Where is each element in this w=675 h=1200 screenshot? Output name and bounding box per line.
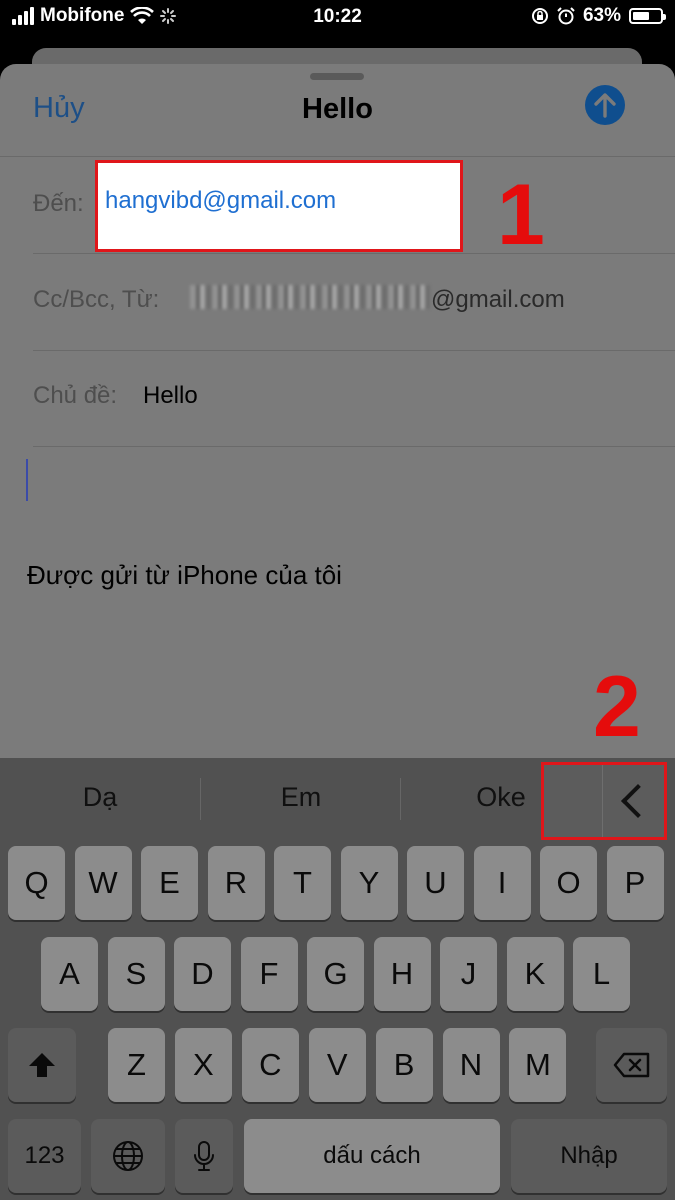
to-recipient[interactable]: hangvibd@gmail.com <box>105 187 336 215</box>
to-field[interactable]: hangvibd@gmail.com <box>95 160 463 252</box>
sheet-grabber[interactable] <box>310 73 364 80</box>
globe-icon <box>113 1141 143 1171</box>
status-bar: Mobifone 10:22 63% <box>0 0 675 34</box>
suggestion-1[interactable]: Dạ <box>0 782 200 813</box>
delete-key[interactable] <box>596 1028 667 1102</box>
rotation-lock-icon <box>531 8 548 24</box>
key-w[interactable]: W <box>74 846 132 920</box>
numbers-key[interactable]: 123 <box>8 1119 81 1193</box>
key-r[interactable]: R <box>207 846 265 920</box>
to-divider <box>33 253 675 254</box>
key-n[interactable]: N <box>442 1028 500 1102</box>
key-v[interactable]: V <box>308 1028 366 1102</box>
blurred-sender-name <box>190 285 430 309</box>
shift-key[interactable] <box>8 1028 76 1102</box>
language-key[interactable] <box>91 1119 165 1193</box>
key-y[interactable]: Y <box>340 846 398 920</box>
keyboard: Dạ Em Oke QWERTYUIOP ASDFGHJKL ZXCVBNM 1… <box>0 758 675 1200</box>
key-k[interactable]: K <box>506 937 564 1011</box>
text-cursor <box>26 459 28 501</box>
shift-arrow-icon <box>29 1053 55 1077</box>
dictation-key[interactable] <box>175 1119 233 1193</box>
key-o[interactable]: O <box>540 846 597 920</box>
key-q[interactable]: Q <box>8 846 65 920</box>
key-c[interactable]: C <box>241 1028 299 1102</box>
subject-label: Chủ đề: <box>33 382 118 409</box>
compose-sheet: Hủy Hello Đến: hangvibd@gmail.com Cc/Bcc… <box>0 64 675 764</box>
key-a[interactable]: A <box>41 937 98 1011</box>
key-x[interactable]: X <box>174 1028 232 1102</box>
space-key[interactable]: dấu cách <box>244 1119 500 1193</box>
key-u[interactable]: U <box>407 846 464 920</box>
compose-title: Hello <box>302 93 373 125</box>
battery-icon <box>629 8 666 24</box>
key-p[interactable]: P <box>606 846 664 920</box>
key-g[interactable]: G <box>307 937 364 1011</box>
key-s[interactable]: S <box>107 937 165 1011</box>
backspace-icon <box>613 1052 649 1078</box>
key-z[interactable]: Z <box>108 1028 165 1102</box>
annotation-marker-1: 1 <box>497 167 545 263</box>
battery-level <box>633 12 649 20</box>
alarm-icon <box>557 7 575 25</box>
arrow-up-icon <box>594 93 616 118</box>
key-b[interactable]: B <box>375 1028 433 1102</box>
key-h[interactable]: H <box>373 937 431 1011</box>
subject-input[interactable]: Hello <box>143 382 198 410</box>
key-d[interactable]: D <box>174 937 231 1011</box>
header-divider <box>0 156 675 157</box>
key-m[interactable]: M <box>509 1028 567 1102</box>
key-f[interactable]: F <box>240 937 298 1011</box>
suggestion-2[interactable]: Em <box>201 782 401 813</box>
microphone-icon <box>194 1141 214 1171</box>
annotation-marker-2: 2 <box>593 659 641 755</box>
chevron-left-icon <box>621 784 655 818</box>
email-signature[interactable]: Được gửi từ iPhone của tôi <box>27 560 342 591</box>
key-e[interactable]: E <box>141 846 198 920</box>
send-button[interactable] <box>585 85 625 125</box>
from-domain[interactable]: @gmail.com <box>431 286 565 314</box>
cc-bcc-from-label[interactable]: Cc/Bcc, Từ: <box>33 286 159 314</box>
key-t[interactable]: T <box>274 846 331 920</box>
subject-divider <box>33 446 675 447</box>
key-l[interactable]: L <box>573 937 630 1011</box>
status-right: 63% <box>531 5 666 27</box>
key-i[interactable]: I <box>473 846 531 920</box>
collapse-suggestions-button[interactable] <box>541 762 667 840</box>
return-key[interactable]: Nhập <box>511 1119 667 1193</box>
key-j[interactable]: J <box>440 937 497 1011</box>
to-label: Đến: <box>33 190 84 217</box>
battery-percent: 63% <box>582 5 621 26</box>
cc-divider <box>33 350 675 351</box>
